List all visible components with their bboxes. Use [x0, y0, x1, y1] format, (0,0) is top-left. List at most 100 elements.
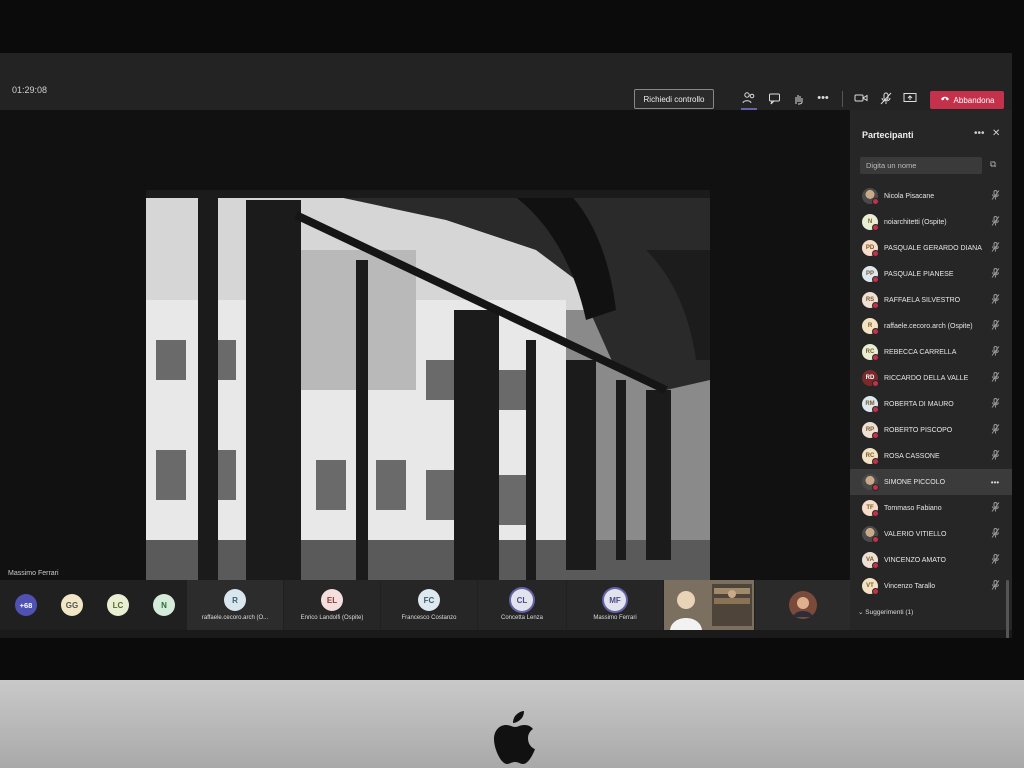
avatar: TF	[862, 500, 879, 517]
teams-window: 01:29:08 Richiedi controllo ••• Abbandon…	[0, 53, 1012, 638]
participant-name: RAFFAELA SILVESTRO	[884, 296, 961, 304]
request-control-button[interactable]: Richiedi controllo	[634, 89, 714, 109]
participant-avatar-n[interactable]: N	[148, 580, 180, 630]
participant-row[interactable]: RD RICCARDO DELLA VALLE	[850, 365, 1012, 391]
presence-dot	[872, 224, 879, 231]
presence-dot	[872, 432, 879, 439]
participant-avatar-lc[interactable]: LC	[102, 580, 134, 630]
participant-row[interactable]: RP ROBERTO PISCOPO	[850, 417, 1012, 443]
phone-icon	[940, 95, 950, 105]
participant-tile-enrico[interactable]: EL Enrico Landolfi (Ospite)	[284, 580, 380, 630]
participants-panel: Partecipanti ••• ✕ ⧉ Nicola Pisacane Nnoi…	[850, 110, 1012, 638]
participant-row[interactable]: RM ROBERTA DI MAURO	[850, 391, 1012, 417]
avatar	[862, 188, 879, 205]
chat-icon[interactable]	[765, 89, 783, 107]
avatar	[862, 474, 879, 491]
participant-name: raffaele.cecoro.arch (Ospite)	[884, 322, 973, 330]
participant-row[interactable]: TF Tommaso Fabiano	[850, 495, 1012, 521]
mic-off-icon	[988, 398, 1002, 410]
leave-button[interactable]: Abbandona	[930, 91, 1004, 109]
close-icon[interactable]: ✕	[992, 128, 1000, 139]
meeting-timer: 01:29:08	[12, 85, 48, 95]
presence-dot	[872, 198, 879, 205]
tile-label: Francesco Costanzo	[401, 615, 457, 621]
participant-name: PASQUALE PIANESE	[884, 270, 954, 278]
avatar-initials: R	[867, 323, 873, 329]
participant-row[interactable]: PD PASQUALE GERARDO DIANA	[850, 235, 1012, 261]
avatar: RC	[862, 448, 879, 465]
avatar: R	[862, 318, 879, 335]
participant-name: Nicola Pisacane	[884, 192, 935, 200]
participant-row[interactable]: Rraffaele.cecoro.arch (Ospite)	[850, 313, 1012, 339]
participant-row[interactable]: RC ROSA CASSONE	[850, 443, 1012, 469]
avatar: FC	[418, 589, 440, 611]
mic-off-icon	[988, 580, 1002, 592]
presence-dot	[872, 458, 879, 465]
tile-label: Concetta Lenza	[500, 615, 544, 621]
participant-row[interactable]: Nnoiarchitetti (Ospite)	[850, 209, 1012, 235]
participant-name: RICCARDO DELLA VALLE	[884, 374, 969, 382]
participant-row[interactable]: RC REBECCA CARRELLA	[850, 339, 1012, 365]
presence-dot	[872, 354, 879, 361]
participant-row[interactable]: VALERIO VITIELLO	[850, 521, 1012, 547]
participant-strip: +68 GG LC N R raffaele.cecoro.arch (O...…	[0, 580, 850, 630]
mic-off-icon	[988, 216, 1002, 228]
presence-dot	[872, 536, 879, 543]
more-icon[interactable]: •••	[814, 89, 832, 107]
participant-tile-massimo[interactable]: MF Massimo Ferrari	[567, 580, 663, 630]
participant-search-input[interactable]	[860, 157, 982, 174]
avatar: RP	[862, 422, 879, 439]
mic-off-icon	[988, 372, 1002, 384]
participant-tile-raffaele[interactable]: R raffaele.cecoro.arch (O...	[187, 580, 283, 630]
participant-name: ROBERTA DI MAURO	[884, 400, 954, 408]
avatar: N	[153, 594, 175, 616]
avatar: PD	[862, 240, 879, 257]
overflow-participants-button[interactable]: +68	[10, 580, 42, 630]
participant-tile-francesco[interactable]: FC Francesco Costanzo	[381, 580, 477, 630]
presence-dot	[872, 250, 879, 257]
participant-row[interactable]: VT Vincenzo Tarallo	[850, 573, 1012, 599]
participants-icon[interactable]	[740, 89, 758, 107]
presence-dot	[872, 510, 879, 517]
more-icon[interactable]: •••	[974, 128, 985, 139]
participant-photo-tile[interactable]	[755, 580, 850, 630]
share-link-icon[interactable]: ⧉	[990, 159, 996, 170]
mic-off-icon[interactable]	[877, 89, 895, 107]
participant-name: Vincenzo Tarallo	[884, 582, 936, 590]
avatar: N	[862, 214, 879, 231]
participant-row[interactable]: VA VINCENZO AMATO	[850, 547, 1012, 573]
participant-row[interactable]: RS RAFFAELA SILVESTRO	[850, 287, 1012, 313]
more-icon[interactable]: •••	[988, 478, 1002, 487]
panel-scrollbar[interactable]	[1006, 580, 1009, 638]
avatar	[862, 526, 879, 543]
mic-off-icon	[988, 346, 1002, 358]
mic-off-icon	[988, 190, 1002, 202]
presence-dot	[872, 328, 879, 335]
participant-name: REBECCA CARRELLA	[884, 348, 957, 356]
participant-row[interactable]: Nicola Pisacane	[850, 183, 1012, 209]
raise-hand-icon[interactable]	[789, 89, 807, 107]
meeting-toolbar: 01:29:08 Richiedi controllo ••• Abbandon…	[0, 53, 1012, 110]
participant-row[interactable]: PP PASQUALE PIANESE	[850, 261, 1012, 287]
participant-video-tile[interactable]	[664, 580, 754, 630]
camera-icon[interactable]	[852, 89, 870, 107]
toolbar-divider	[842, 91, 843, 107]
presenter-name: Massimo Ferrari	[8, 570, 59, 577]
mic-off-icon	[988, 502, 1002, 514]
avatar: RC	[862, 344, 879, 361]
participant-name: ROSA CASSONE	[884, 452, 940, 460]
mic-off-icon	[988, 554, 1002, 566]
share-icon[interactable]	[901, 89, 919, 107]
participant-tile-concetta[interactable]: CL Concetta Lenza	[478, 580, 566, 630]
avatar: MF	[604, 589, 626, 611]
avatar: RM	[862, 396, 879, 413]
shared-architecture-photo	[146, 190, 710, 585]
apple-logo-icon	[494, 711, 535, 764]
participant-avatar-gg[interactable]: GG	[56, 580, 88, 630]
leave-label: Abbandona	[953, 95, 995, 105]
suggestions-section[interactable]: ⌄ Suggerimenti (1)	[858, 608, 913, 616]
presence-dot	[872, 380, 879, 387]
participant-name: SIMONE PICCOLO	[884, 478, 946, 486]
participant-row[interactable]: SIMONE PICCOLO •••	[850, 469, 1012, 495]
mic-off-icon	[988, 320, 1002, 332]
